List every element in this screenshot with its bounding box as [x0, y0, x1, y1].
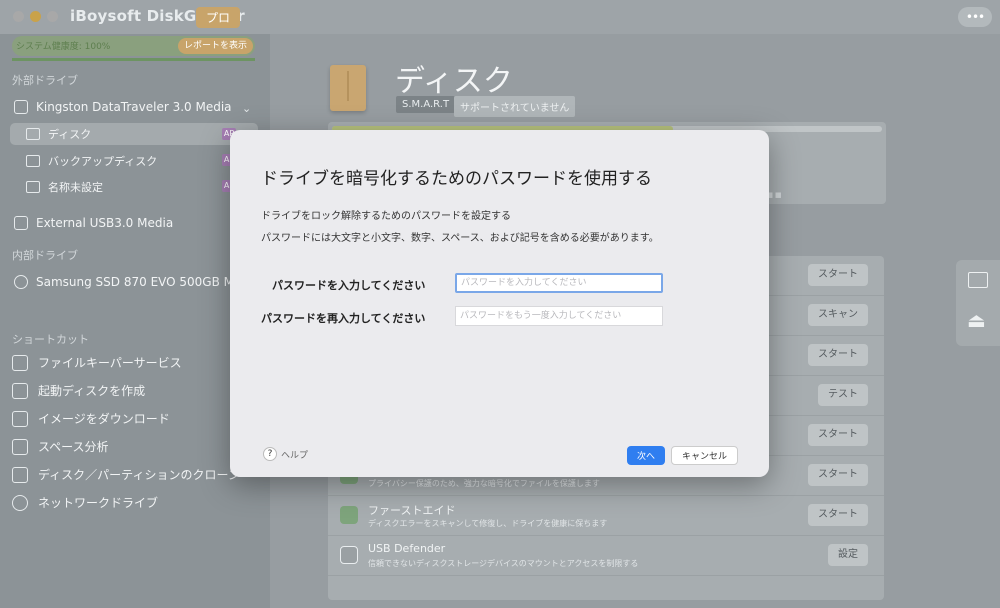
- dialog-instruction: ドライブをロック解除するためのパスワードを設定する: [261, 211, 511, 222]
- status-divider: [12, 58, 255, 61]
- shortcut-label: ディスク／パーティションのクローン: [38, 468, 240, 482]
- tool-action-button[interactable]: スタート: [808, 424, 868, 446]
- tool-name: ファーストエイド: [368, 504, 456, 517]
- shortcuts-header: ショートカット: [12, 333, 89, 346]
- partition-label: バックアップディスク: [48, 155, 158, 168]
- internal-drives-header: 内部ドライブ: [12, 249, 78, 262]
- network-icon: [12, 494, 28, 511]
- zoom-window-button[interactable]: [47, 11, 58, 22]
- shortcut-clone[interactable]: ディスク／パーティションのクローン: [12, 466, 240, 483]
- partition-label: ディスク: [48, 128, 92, 141]
- shortcut-space-analysis[interactable]: スペース分析: [12, 438, 109, 455]
- dialog-requirement: パスワードには大文字と小文字、数字、スペース、および記号を含める必要があります。: [261, 233, 659, 244]
- encrypt-password-dialog: ドライブを暗号化するためのパスワードを使用する ドライブをロック解除するためのパ…: [230, 130, 769, 477]
- next-button[interactable]: 次へ: [627, 446, 665, 465]
- tool-description: 信頼できないディスクストレージデバイスのマウントとアクセスを制限する: [368, 559, 639, 568]
- device-label: Samsung SSD 870 EVO 500GB Me...: [36, 275, 253, 289]
- tool-action-button[interactable]: 設定: [828, 544, 868, 566]
- confirm-password-input[interactable]: [455, 306, 663, 326]
- external-device-usb30[interactable]: External USB3.0 Media: [14, 216, 173, 230]
- tool-action-button[interactable]: スキャン: [808, 304, 868, 326]
- password-label: パスワードを入力してください: [272, 279, 426, 292]
- cancel-button[interactable]: キャンセル: [671, 446, 738, 465]
- more-menu-button[interactable]: •••: [958, 7, 992, 27]
- smart-status: サポートされていません: [454, 96, 576, 117]
- usb-defender-icon: [340, 546, 358, 564]
- tool-row-first-aid: ファーストエイド ディスクエラーをスキャンして修復し、ドライブを健康に保ちます …: [328, 496, 884, 536]
- confirm-password-label: パスワードを再入力してください: [261, 312, 426, 325]
- smart-label: S.M.A.R.T: [396, 96, 456, 113]
- clone-icon: [12, 466, 28, 483]
- shortcut-download-image[interactable]: イメージをダウンロード: [12, 410, 170, 427]
- eject-icon[interactable]: ⏏: [967, 310, 986, 330]
- usb-drive-icon: [14, 100, 28, 114]
- shortcut-label: ネットワークドライブ: [38, 496, 159, 510]
- partition-icon: [26, 155, 40, 167]
- partition-label: 名称未設定: [48, 181, 103, 194]
- help-icon: ?: [263, 447, 277, 461]
- shortcut-filekeeper[interactable]: ファイルキーパーサービス: [12, 354, 182, 371]
- system-health-text: システム健康度: 100%: [16, 42, 111, 52]
- space-analysis-icon: [12, 438, 28, 455]
- view-report-button[interactable]: レポートを表示: [177, 38, 253, 54]
- tool-description: ディスクエラーをスキャンして修復し、ドライブを健康に保ちます: [368, 519, 608, 528]
- right-tool-panel: ⏏: [956, 260, 1000, 346]
- device-label: Kingston DataTraveler 3.0 Media: [36, 100, 232, 114]
- device-label: External USB3.0 Media: [36, 216, 174, 230]
- disk-icon: [330, 65, 366, 111]
- minimize-window-button[interactable]: [30, 11, 41, 22]
- download-icon: [12, 410, 28, 427]
- shortcut-label: 起動ディスクを作成: [38, 384, 146, 398]
- shortcut-boot-disk[interactable]: 起動ディスクを作成: [12, 382, 145, 399]
- tool-name: USB Defender: [368, 542, 446, 555]
- partition-icon: [26, 181, 40, 193]
- hard-disk-icon: [14, 275, 28, 289]
- shortcut-label: ファイルキーパーサービス: [38, 356, 182, 370]
- tool-action-button[interactable]: スタート: [808, 504, 868, 526]
- external-drives-header: 外部ドライブ: [12, 74, 78, 87]
- file-keeper-icon: [12, 354, 28, 371]
- pro-badge[interactable]: プロ: [196, 7, 241, 28]
- disk-title: ディスク: [395, 64, 513, 99]
- partition-icon: [26, 128, 40, 140]
- first-aid-icon: [340, 506, 358, 524]
- usb-drive-icon: [14, 216, 28, 230]
- help-link[interactable]: ? ヘルプ: [263, 447, 308, 461]
- open-folder-icon[interactable]: [968, 272, 988, 288]
- title-bar: iBoysoft DiskGeeker プロ •••: [0, 0, 1000, 34]
- password-input[interactable]: [455, 273, 663, 293]
- partition-item-backup[interactable]: バックアップディスク: [26, 153, 157, 169]
- tool-description: プライバシー保護のため、強力な暗号化でファイルを保護します: [368, 479, 600, 488]
- tool-action-button[interactable]: スタート: [808, 464, 868, 486]
- partition-item-disk[interactable]: ディスク: [10, 123, 258, 145]
- system-health-bar: システム健康度: 100% レポートを表示: [12, 36, 255, 56]
- close-window-button[interactable]: [13, 11, 24, 22]
- help-label: ヘルプ: [281, 450, 309, 461]
- external-device-kingston[interactable]: Kingston DataTraveler 3.0 Media: [14, 100, 232, 114]
- tool-action-button[interactable]: スタート: [808, 264, 868, 286]
- dialog-title: ドライブを暗号化するためのパスワードを使用する: [261, 169, 652, 189]
- tool-row-usb-defender: USB Defender 信頼できないディスクストレージデバイスのマウントとアク…: [328, 536, 884, 576]
- shortcut-network-drive[interactable]: ネットワークドライブ: [12, 494, 158, 511]
- boot-disk-icon: [12, 382, 28, 399]
- internal-device-samsung[interactable]: Samsung SSD 870 EVO 500GB Me...: [14, 275, 253, 289]
- tool-action-button[interactable]: スタート: [808, 344, 868, 366]
- shortcut-label: スペース分析: [38, 440, 109, 454]
- partition-item-untitled[interactable]: 名称未設定: [26, 179, 103, 195]
- shortcut-label: イメージをダウンロード: [38, 412, 170, 426]
- chevron-down-icon[interactable]: ⌄: [242, 102, 251, 115]
- tool-action-button[interactable]: テスト: [818, 384, 868, 406]
